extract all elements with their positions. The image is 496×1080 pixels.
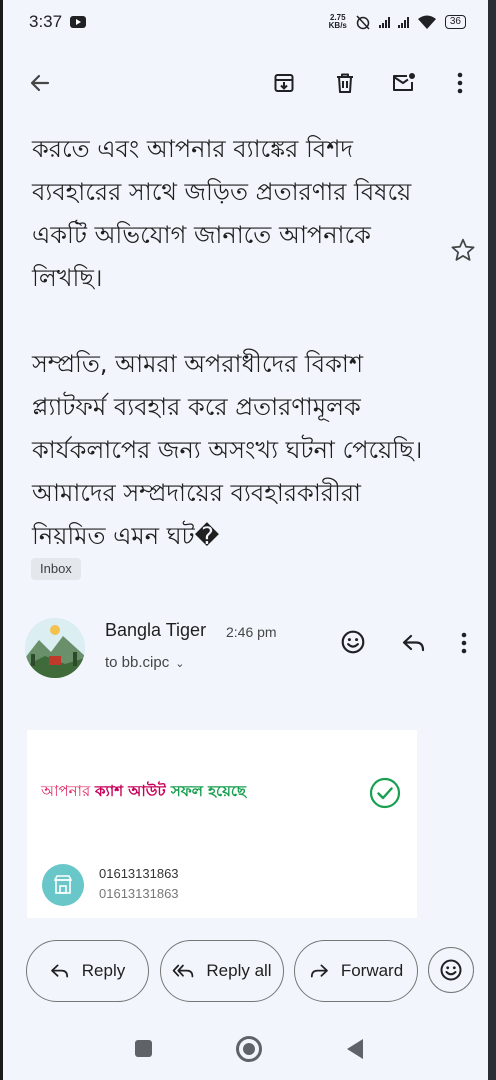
recipient-details-toggle[interactable]: to bb.cipc ⌄ bbox=[105, 654, 184, 671]
storefront-icon bbox=[53, 875, 73, 894]
reply-arrow-icon bbox=[50, 964, 68, 978]
reply-button-label: Reply bbox=[81, 961, 126, 980]
star-outline-icon[interactable] bbox=[450, 237, 476, 263]
signal-2-icon bbox=[397, 16, 409, 28]
check-circle-icon bbox=[369, 777, 401, 809]
wifi-icon bbox=[417, 15, 436, 29]
reply-all-icon bbox=[173, 964, 194, 978]
recipient-text: to bb.cipc bbox=[105, 654, 170, 671]
battery-indicator: 36 bbox=[444, 15, 466, 29]
sender-time: 2:46 pm bbox=[226, 624, 277, 640]
react-button[interactable] bbox=[428, 947, 474, 993]
sender-name[interactable]: Bangla Tiger bbox=[105, 620, 206, 641]
archive-button[interactable] bbox=[269, 68, 299, 98]
email-body-paragraph-1: করতে এবং আপনার ব্যাঙ্কের বিশদ ব্যবহারের … bbox=[32, 135, 412, 292]
mail-unread-icon bbox=[393, 73, 415, 91]
reply-button[interactable]: Reply bbox=[26, 940, 149, 1002]
reply-all-button[interactable]: Reply all bbox=[160, 940, 284, 1002]
network-speed-unit: KB/s bbox=[328, 21, 347, 30]
reply-icon[interactable] bbox=[402, 633, 426, 653]
youtube-notification-icon bbox=[70, 16, 87, 28]
delete-button[interactable] bbox=[330, 68, 360, 98]
receipt-number-primary: 01613131863 bbox=[99, 866, 179, 881]
receipt-title-part3: সফল হয়েছে bbox=[165, 782, 247, 800]
add-reaction-icon[interactable] bbox=[340, 629, 366, 655]
back-button[interactable] bbox=[25, 68, 55, 98]
message-more-vert-icon[interactable] bbox=[460, 631, 468, 655]
more-options-button[interactable] bbox=[445, 68, 475, 98]
system-navigation-bar bbox=[3, 1026, 488, 1080]
receipt-card: আপনার ক্যাশ আউট সফল হয়েছে 01613131863 0… bbox=[27, 730, 417, 918]
receipt-number-secondary: 01613131863 bbox=[99, 886, 179, 901]
archive-icon bbox=[274, 74, 294, 92]
sender-avatar[interactable] bbox=[25, 618, 85, 678]
alarm-off-icon bbox=[356, 15, 370, 30]
mark-unread-button[interactable] bbox=[389, 68, 419, 98]
more-vert-icon bbox=[457, 72, 463, 94]
system-back-button[interactable] bbox=[347, 1039, 363, 1059]
trash-icon bbox=[337, 73, 353, 93]
chevron-down-icon: ⌄ bbox=[175, 658, 185, 670]
screen-edge-right bbox=[488, 0, 496, 1080]
recents-button[interactable] bbox=[135, 1040, 152, 1057]
sender-avatar-image bbox=[25, 618, 85, 678]
network-speed: 2.75 KB/s bbox=[329, 14, 347, 30]
forward-button-label: Forward bbox=[340, 961, 404, 980]
forward-button[interactable]: Forward bbox=[294, 940, 418, 1002]
email-toolbar bbox=[3, 60, 488, 104]
reply-all-button-label: Reply all bbox=[206, 961, 272, 980]
screen-edge-left bbox=[0, 0, 3, 1080]
emoji-icon bbox=[440, 959, 462, 981]
signal-1-icon bbox=[378, 16, 390, 28]
label-chip-inbox[interactable]: Inbox bbox=[31, 558, 81, 580]
receipt-title-part1: আপনার bbox=[41, 782, 96, 800]
email-body-paragraph-2: সম্প্রতি, আমরা অপরাধীদের বিকাশ প্ল্যাটফর… bbox=[32, 350, 423, 550]
receipt-title: আপনার ক্যাশ আউট সফল হয়েছে bbox=[41, 780, 246, 805]
email-body: করতে এবং আপনার ব্যাঙ্কের বিশদ ব্যবহারের … bbox=[32, 128, 442, 558]
forward-arrow-icon bbox=[310, 964, 328, 978]
home-button[interactable] bbox=[236, 1036, 262, 1062]
arrow-back-icon bbox=[30, 74, 50, 92]
receipt-title-part2: ক্যাশ আউট bbox=[95, 782, 166, 800]
status-time: 3:37 bbox=[29, 12, 63, 31]
status-bar: 3:37 2.75 KB/s 36 bbox=[3, 0, 488, 44]
store-icon bbox=[42, 864, 84, 906]
